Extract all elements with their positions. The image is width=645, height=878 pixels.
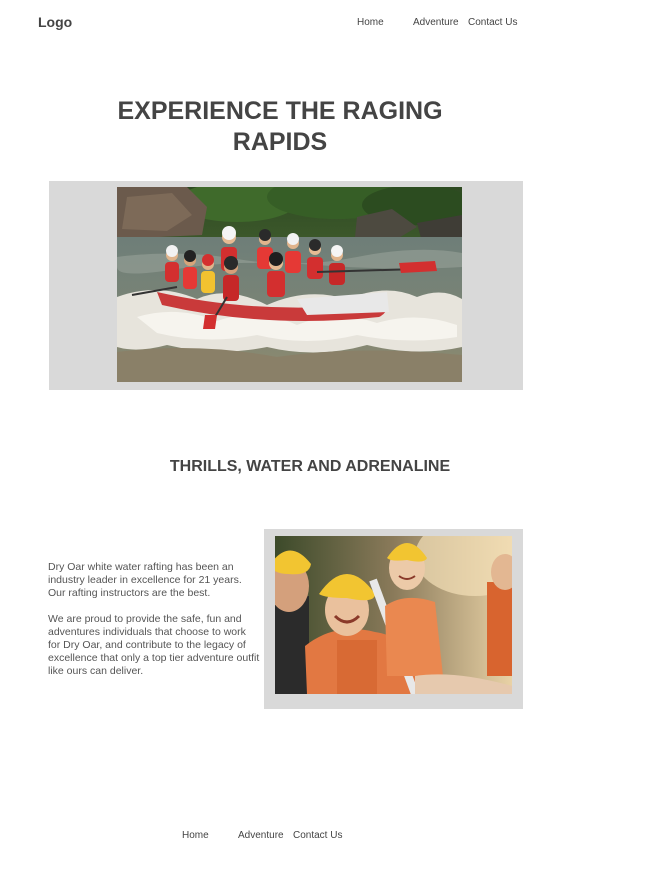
side-image-frame: [264, 529, 523, 709]
nav-home-link[interactable]: Home: [357, 17, 384, 28]
section-heading: THRILLS, WATER AND ADRENALINE: [169, 458, 451, 475]
about-text: Dry Oar white water rafting has been an …: [48, 561, 260, 691]
footer-adventure-link[interactable]: Adventure: [238, 830, 284, 841]
nav-contact-us-link[interactable]: Contact Us: [468, 17, 517, 28]
nav-adventure-link[interactable]: Adventure: [413, 17, 459, 28]
footer-contact-us-link[interactable]: Contact Us: [293, 830, 342, 841]
about-paragraph-1: Dry Oar white water rafting has been an …: [48, 561, 242, 599]
hero-title: EXPERIENCE THE RAGING RAPIDS: [117, 97, 443, 156]
hero-image-frame: [49, 181, 523, 390]
hero-rafting-image: [117, 187, 462, 382]
smiling-rafters-image: [275, 536, 512, 694]
about-paragraph-2: We are proud to provide the safe, fun an…: [48, 613, 260, 677]
logo[interactable]: Logo: [38, 14, 72, 30]
footer-home-link[interactable]: Home: [182, 830, 209, 841]
